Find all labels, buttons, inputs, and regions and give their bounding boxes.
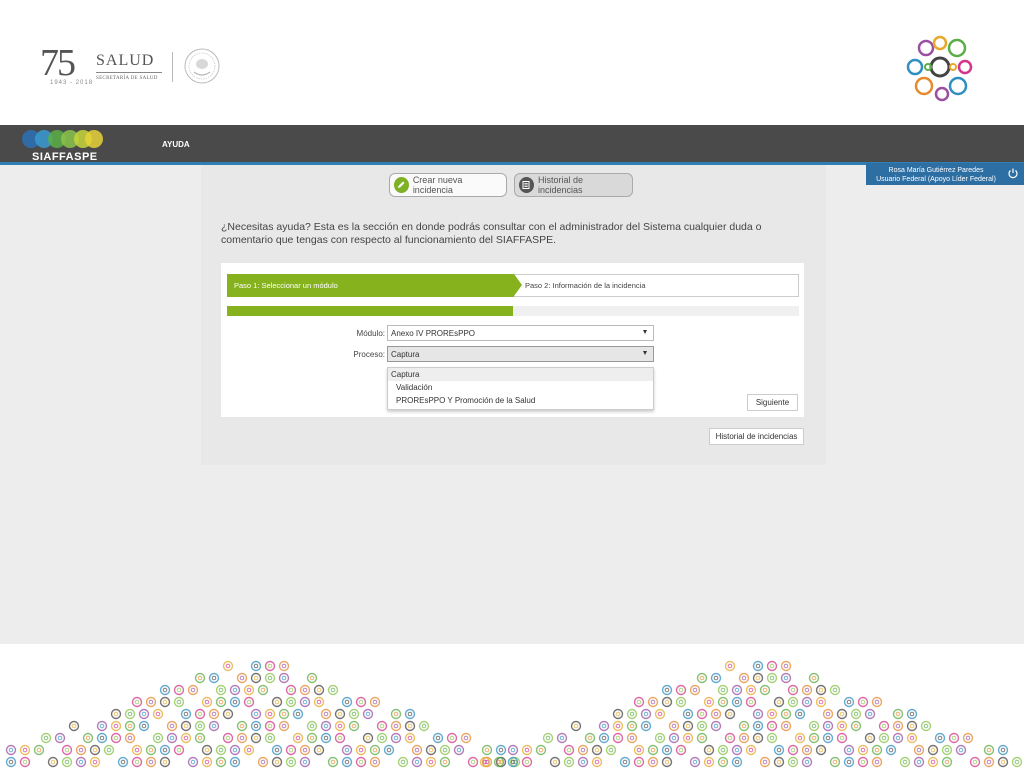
tab-history[interactable]: Historial de incidencias [514,173,633,197]
logo-salud: SALUD SECRETARÍA DE SALUD [96,52,162,81]
list-icon [519,177,534,193]
pencil-icon [394,177,409,193]
wizard-step-2: Paso 2: Información de la incidencia [525,281,646,290]
ring-pattern-icon [5,660,1023,768]
modulo-label: Módulo: [356,329,385,338]
siguiente-button[interactable]: Siguiente [747,394,798,411]
rings-logo-icon [906,35,973,102]
logo-75-anos: 75 1943 - 2018 [40,42,92,90]
national-seal-icon [184,48,220,84]
tab-history-label: Historial de incidencias [537,175,583,195]
user-name: Rosa María Gutiérrez Paredes [888,167,984,174]
tab-new-incident-label: Crear nueva incidencia [412,175,463,195]
logo-75-number: 75 [40,42,76,84]
proceso-select-value: Captura [391,350,420,359]
user-role: Usuario Federal (Apoyo Líder Federal) [876,176,996,183]
modulo-select[interactable]: Anexo IV PROREsPPO [387,325,654,341]
logo-salud-title: SALUD [96,52,155,69]
caret-down-icon [643,330,647,334]
top-header: 75 1943 - 2018 SALUD SECRETARÍA DE SALUD [0,0,1024,125]
brand-name[interactable]: SIAFFASPE [32,151,98,163]
logo-75-years: 1943 - 2018 [50,80,94,86]
user-info-box: Rosa María Gutiérrez Paredes Usuario Fed… [866,163,1024,185]
logo-divider [172,52,173,82]
wizard-steps: Paso 1: Seleccionar un módulo Paso 2: In… [227,274,799,297]
modulo-select-value: Anexo IV PROREsPPO [391,329,476,338]
power-icon[interactable] [1007,167,1019,179]
progress-bar-fill [227,306,513,316]
dropdown-option[interactable]: Captura [388,368,653,381]
help-text: ¿Necesitas ayuda? Esta es la sección en … [221,221,762,246]
progress-bar [227,306,799,316]
proceso-label: Proceso: [353,350,385,359]
dropdown-option[interactable]: Validación [388,381,653,394]
incident-form-card: Paso 1: Seleccionar un módulo Paso 2: In… [221,263,804,417]
logo-salud-subtitle: SECRETARÍA DE SALUD [96,76,158,81]
proceso-dropdown: Captura Validación PROREsPPO Y Promoción… [387,367,654,410]
wizard-step-1: Paso 1: Seleccionar un módulo [227,274,514,297]
siaffaspe-logo-icon [22,130,103,148]
main-navbar: SIAFFASPE AYUDA [0,125,1024,165]
tab-new-incident[interactable]: Crear nueva incidencia [389,173,507,197]
proceso-select[interactable]: Captura [387,346,654,362]
bottom-decoration [0,644,1024,768]
caret-down-icon [643,351,647,355]
main-panel: Crear nueva incidencia Historial de inci… [201,165,826,465]
nav-item-ayuda[interactable]: AYUDA [162,140,190,149]
historial-button[interactable]: Historial de incidencias [709,428,804,445]
dropdown-option[interactable]: PROREsPPO Y Promoción de la Salud [388,394,653,407]
